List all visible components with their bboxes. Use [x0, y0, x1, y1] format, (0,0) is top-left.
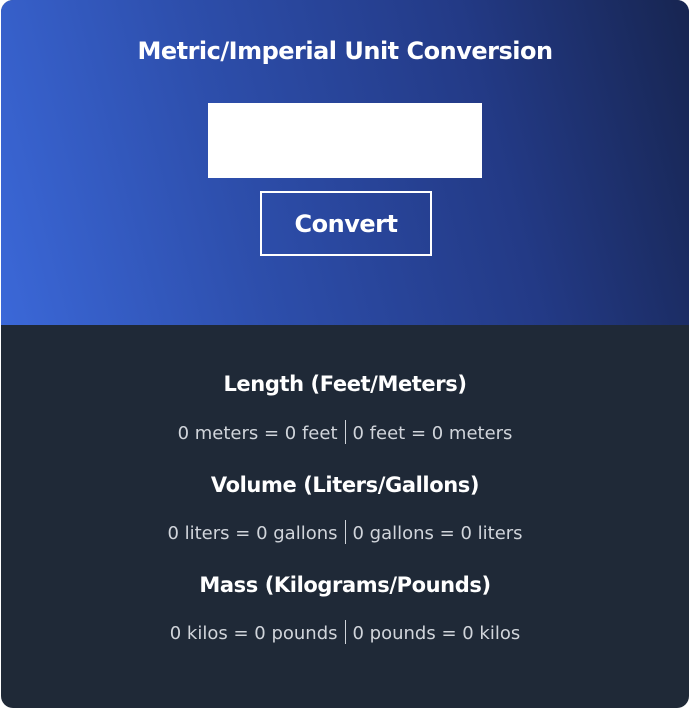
mass-result-imperial: 0 pounds = 0 kilos: [352, 623, 521, 644]
mass-result-metric: 0 kilos = 0 pounds: [169, 623, 338, 644]
volume-result-imperial: 0 gallons = 0 liters: [352, 523, 523, 544]
length-title: Length (Feet/Meters): [223, 372, 467, 396]
value-input[interactable]: [208, 103, 482, 178]
converter-card: Metric/Imperial Unit Conversion Convert …: [1, 0, 689, 708]
result-separator: [344, 620, 346, 644]
page-title: Metric/Imperial Unit Conversion: [137, 37, 553, 65]
length-result-imperial: 0 feet = 0 meters: [352, 423, 513, 444]
length-result-metric: 0 meters = 0 feet: [177, 423, 338, 444]
convert-button[interactable]: Convert: [260, 191, 432, 256]
result-separator: [344, 520, 346, 544]
result-separator: [344, 420, 346, 444]
volume-result: 0 liters = 0 gallons 0 gallons = 0 liters: [1, 520, 689, 548]
volume-title: Volume (Liters/Gallons): [210, 473, 480, 497]
converter-header: Metric/Imperial Unit Conversion Convert: [1, 0, 689, 325]
length-result: 0 meters = 0 feet 0 feet = 0 meters: [1, 420, 689, 448]
mass-title: Mass (Kilograms/Pounds): [199, 573, 491, 597]
mass-result: 0 kilos = 0 pounds 0 pounds = 0 kilos: [1, 620, 689, 648]
volume-result-metric: 0 liters = 0 gallons: [167, 523, 338, 544]
results-panel: Length (Feet/Meters) 0 meters = 0 feet 0 …: [1, 325, 689, 708]
